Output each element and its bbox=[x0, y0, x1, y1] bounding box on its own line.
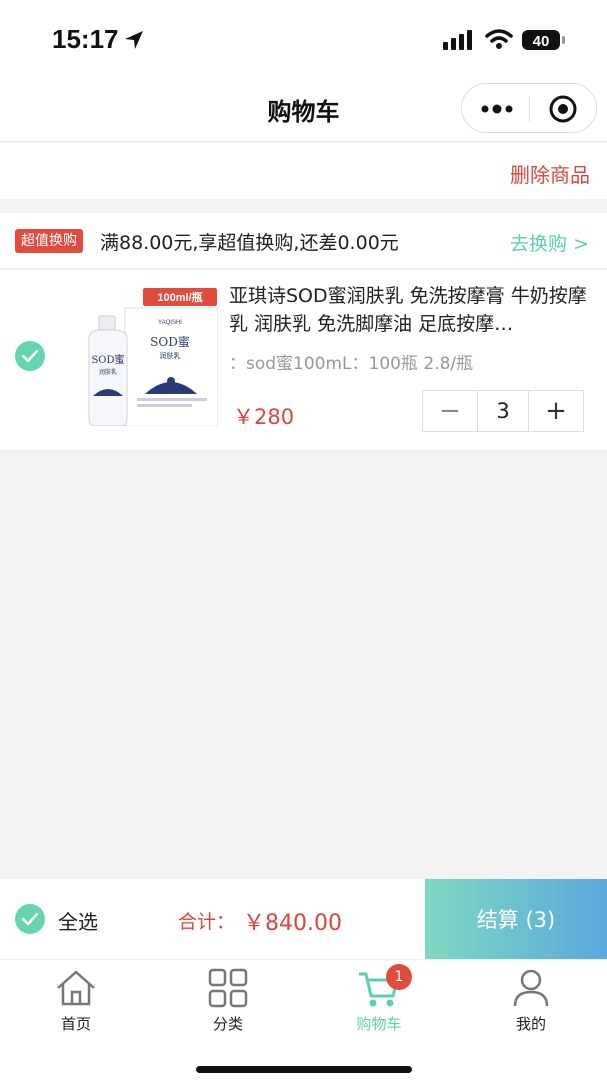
product-spec: ：sod蜜100mL：100瓶 2.8/瓶 bbox=[229, 354, 474, 374]
checkout-button[interactable]: 结算 (3) bbox=[425, 879, 607, 959]
image-size-tag: 100ml/瓶 bbox=[157, 290, 202, 304]
tab-label: 购物车 bbox=[356, 1015, 402, 1033]
home-icon bbox=[57, 970, 95, 1006]
box-brand: YAQISHI bbox=[158, 320, 182, 326]
tab-bar: 首页 分类 1 购物车 我的 bbox=[0, 959, 607, 1080]
product-title[interactable]: 亚琪诗SOD蜜润肤乳 免洗按摩膏 牛奶按摩乳 润肤乳 免洗脚摩油 足底按摩… bbox=[229, 282, 589, 338]
increase-button[interactable]: + bbox=[529, 391, 583, 431]
promo-row: 超值换购 满88.00元,享超值换购,还差0.00元 去换购 > bbox=[0, 213, 607, 269]
check-icon bbox=[22, 350, 38, 362]
status-time: 15:17 bbox=[52, 24, 119, 54]
select-all-checkbox[interactable] bbox=[15, 904, 45, 934]
tab-category[interactable]: 分类 bbox=[178, 966, 278, 1038]
quantity-stepper: − 3 + bbox=[422, 390, 584, 432]
box-name: SOD蜜 bbox=[150, 334, 190, 349]
checkout-bar: 全选 合计： ￥840.00 结算 (3) bbox=[0, 879, 607, 959]
capsule-divider bbox=[529, 96, 530, 122]
decrease-button[interactable]: − bbox=[423, 391, 477, 431]
total-value: ￥840.00 bbox=[243, 911, 342, 936]
miniprogram-capsule bbox=[461, 83, 597, 133]
user-icon bbox=[513, 969, 549, 1007]
product-price: ￥280 bbox=[233, 405, 295, 429]
box-sub: 润肤乳 bbox=[160, 351, 181, 360]
grid-icon bbox=[208, 968, 248, 1008]
tab-profile[interactable]: 我的 bbox=[481, 966, 581, 1038]
cart-count-badge: 1 bbox=[386, 964, 412, 990]
tab-home[interactable]: 首页 bbox=[26, 966, 126, 1038]
quantity-value[interactable]: 3 bbox=[477, 391, 529, 431]
signal-icon bbox=[443, 30, 472, 50]
promo-text: 满88.00元,享超值换购,还差0.00元 bbox=[100, 232, 399, 254]
battery-icon: 40 bbox=[522, 30, 565, 50]
promo-badge: 超值换购 bbox=[15, 229, 83, 253]
bottle-sub: 润肤乳 bbox=[99, 368, 117, 376]
exchange-link[interactable]: 去换购 > bbox=[510, 229, 589, 256]
product-image[interactable]: YAQISHI SOD蜜 润肤乳 SOD蜜 润肤乳 100ml/瓶 bbox=[75, 286, 218, 426]
cart-item: YAQISHI SOD蜜 润肤乳 SOD蜜 润肤乳 100ml/瓶 亚琪诗SOD… bbox=[0, 270, 607, 450]
check-icon bbox=[22, 913, 38, 925]
delete-items-button[interactable]: 删除商品 bbox=[510, 159, 590, 188]
home-indicator bbox=[196, 1066, 412, 1073]
tab-label: 我的 bbox=[515, 1015, 546, 1033]
nav-header: 购物车 bbox=[0, 78, 607, 142]
status-bar: 15:17 40 bbox=[0, 0, 607, 78]
wifi-icon bbox=[485, 29, 513, 49]
close-target-icon[interactable] bbox=[548, 94, 578, 124]
bottle-name: SOD蜜 bbox=[91, 353, 124, 366]
tab-cart[interactable]: 1 购物车 bbox=[329, 964, 429, 1038]
tab-label: 分类 bbox=[212, 1015, 243, 1033]
edit-row: 删除商品 bbox=[0, 143, 607, 199]
tab-label: 首页 bbox=[60, 1015, 91, 1033]
battery-level: 40 bbox=[533, 33, 550, 50]
item-checkbox[interactable] bbox=[15, 341, 45, 371]
more-icon[interactable] bbox=[480, 101, 514, 117]
select-all-label[interactable]: 全选 bbox=[58, 906, 98, 935]
location-arrow-icon bbox=[125, 31, 143, 49]
total-label: 合计： bbox=[178, 911, 236, 933]
